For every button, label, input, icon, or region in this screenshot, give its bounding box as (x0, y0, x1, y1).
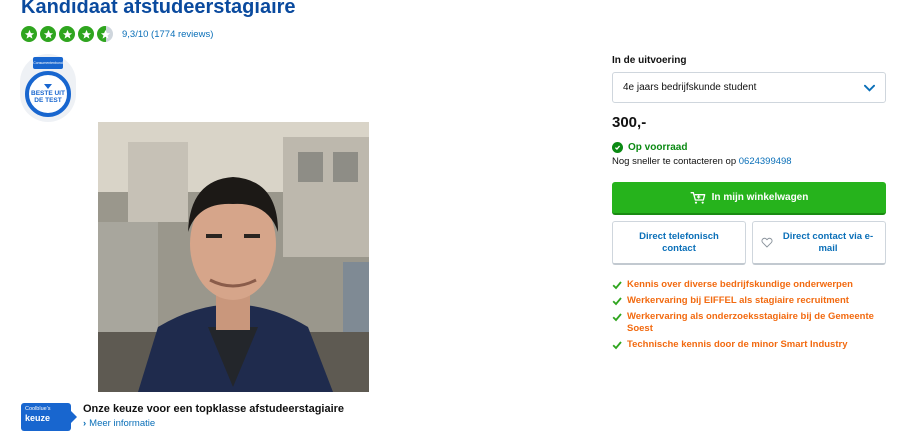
pro-item: Technische kennis door de minor Smart In… (612, 339, 892, 351)
more-info-label: Meer informatie (89, 418, 156, 429)
star-icon (78, 26, 94, 42)
variant-label: In de uitvoering (612, 55, 687, 66)
pro-text: Werkervaring als onderzoeksstagiaire bij… (627, 311, 874, 334)
more-info-link[interactable]: › Meer informatie (83, 418, 155, 429)
star-icon (40, 26, 56, 42)
contact-line: Nog sneller te contacteren op 0624399498 (612, 156, 792, 167)
heart-icon (761, 237, 773, 248)
logo-small-text: Coolblue's (25, 406, 51, 412)
pro-text: Technische kennis door de minor Smart In… (627, 339, 848, 350)
portrait-photo (98, 122, 369, 392)
variant-select[interactable]: 4e jaars bedrijfskunde student (612, 72, 886, 103)
rating[interactable]: 9,3/10 (1774 reviews) (21, 26, 213, 42)
stock-status-text: Op voorraad (628, 142, 688, 153)
phone-contact-button[interactable]: Direct telefonisch contact (612, 221, 746, 265)
product-image[interactable] (98, 122, 369, 392)
pro-item: Werkervaring bij EIFFEL als stagiaire re… (612, 295, 892, 307)
star-icon (59, 26, 75, 42)
product-title: Kandidaat afstudeerstagiaire (21, 0, 296, 18)
star-icon (21, 26, 37, 42)
choice-title: Onze keuze voor een topklasse afstudeers… (83, 403, 345, 415)
stock-status: Op voorraad (612, 142, 687, 153)
mail-contact-label: Direct contact via e-mail (782, 230, 874, 254)
price: 300,- (612, 114, 647, 131)
chevron-right-icon: › (83, 418, 87, 429)
badge-arrow-icon (44, 84, 52, 89)
check-icon (612, 341, 622, 350)
coolblue-choice-logo: Coolblue's keuze (21, 403, 77, 431)
check-icon (612, 281, 622, 290)
badge-circle: BESTE UIT DE TEST (25, 71, 71, 117)
pro-item: Werkervaring als onderzoeksstagiaire bij… (612, 311, 892, 335)
mail-contact-button[interactable]: Direct contact via e-mail (752, 221, 886, 265)
chevron-down-icon (864, 84, 875, 92)
pro-item: Kennis over diverse bedrijfskundige onde… (612, 279, 892, 291)
half-star-icon (97, 26, 113, 42)
rating-link[interactable]: 9,3/10 (1774 reviews) (122, 29, 213, 40)
check-circle-icon (612, 142, 623, 153)
add-to-cart-button[interactable]: In mijn winkelwagen (612, 182, 886, 215)
pro-text: Kennis over diverse bedrijfskundige onde… (627, 279, 853, 290)
pro-text: Werkervaring bij EIFFEL als stagiaire re… (627, 295, 849, 306)
badge-text: BESTE UIT DE TEST (31, 90, 65, 104)
badge-flag: Consumentenbond (33, 57, 63, 69)
phone-contact-label: Direct telefonisch contact (639, 230, 719, 254)
test-winner-badge: Consumentenbond BESTE UIT DE TEST (20, 54, 76, 122)
contact-prefix: Nog sneller te contacteren op (612, 156, 737, 167)
check-icon (612, 297, 622, 306)
pros-list: Kennis over diverse bedrijfskundige onde… (612, 279, 892, 355)
phone-number-link[interactable]: 0624399498 (739, 156, 792, 167)
logo-big-text: keuze (25, 413, 51, 423)
cart-icon (690, 191, 705, 204)
check-icon (612, 313, 622, 322)
add-to-cart-label: In mijn winkelwagen (711, 192, 809, 203)
variant-selected-value: 4e jaars bedrijfskunde student (623, 82, 757, 93)
